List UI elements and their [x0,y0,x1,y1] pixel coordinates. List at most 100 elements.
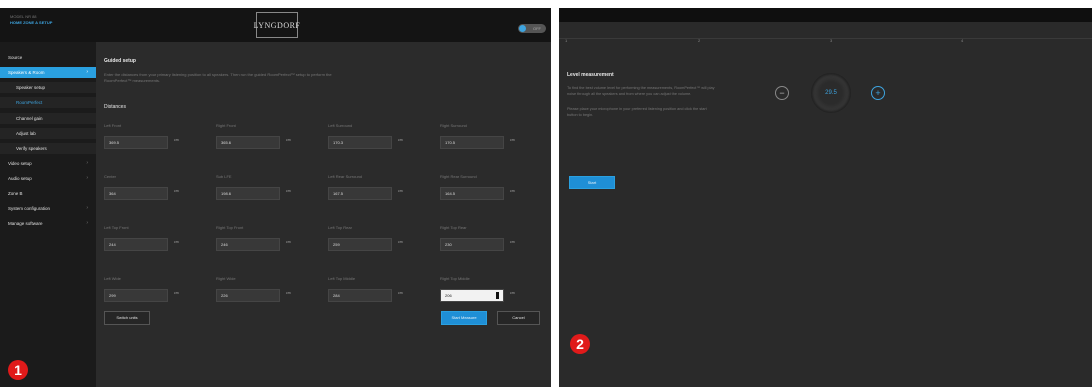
unit-label: cm [398,291,403,295]
field-label: Left Top Middle [328,276,356,281]
distance-value: 206 [445,293,452,298]
top-bar [559,8,1092,22]
top-bar: MODEL NR 88 HOME ZONE A SETUP LYNGDORF O… [0,8,551,42]
distance-input[interactable]: 246 [216,238,280,251]
step-indicator-4: 4 [961,38,964,43]
sidebar-item-label: Speaker setup [16,85,46,90]
distance-value: 365.6 [221,140,232,145]
distance-value: 198.6 [221,191,232,196]
level-value: 29.5 [825,90,837,96]
sidebar-item-zone-b[interactable]: Zone B [0,188,96,199]
distance-value: 259 [333,242,340,247]
sidebar-item-channel-gain[interactable]: Channel gain [0,113,96,124]
field-label: Right Top Front [216,225,244,230]
distance-input[interactable]: 230 [440,238,504,251]
field-label: Left Top Rear [328,225,352,230]
unit-label: cm [286,189,291,193]
sidebar-item-label: Video setup [8,161,32,166]
unit-label: cm [398,138,403,142]
unit-label: cm [174,240,179,244]
page-title: Level measurement [567,72,614,78]
field-label: Center [104,174,117,179]
sidebar-item-speaker-setup[interactable]: Speaker setup [0,82,96,93]
field-label: Left Surround [328,123,353,128]
page-description: To find the best volume level for perfor… [567,86,715,96]
distance-value: 167.5 [333,191,344,196]
unit-label: cm [510,240,515,244]
distance-value: 284 [333,293,340,298]
field-label: Sub LFE [216,174,232,179]
distance-input[interactable]: 364 [104,187,168,200]
sidebar-item-speakers-room[interactable]: Speakers & Room › [0,67,96,78]
sidebar-item-label: RoomPerfect [16,100,43,105]
distance-value: 244 [109,242,116,247]
chevron-icon: › [86,205,88,211]
unit-label: cm [510,189,515,193]
start-measure-button[interactable]: Start Measure [441,311,487,325]
field-label: Left Rear Surround [328,174,363,179]
distance-input[interactable]: 369.5 [104,136,168,149]
unit-label: cm [398,189,403,193]
sidebar: Source Speakers & Room › Speaker setup Ro… [0,42,96,387]
sidebar-item-label: Channel gain [16,116,43,121]
distance-value: 164.5 [445,191,456,196]
distance-input[interactable]: 164.5 [440,187,504,200]
breadcrumb[interactable]: HOME ZONE A SETUP [10,20,52,26]
page-title: Guided setup [104,58,136,64]
sidebar-item-verify-speakers[interactable]: Verify speakers [0,143,96,154]
distance-value: 170.3 [333,140,344,145]
distance-input[interactable]: 167.5 [328,187,392,200]
unit-label: cm [286,291,291,295]
unit-label: cm [174,291,179,295]
sidebar-item-manage-software[interactable]: Manage software › [0,218,96,229]
distance-value: 364 [109,191,116,196]
switch-units-button[interactable]: Switch units [104,311,150,325]
level-dial: 29.5 [811,73,851,113]
distance-input[interactable]: 259 [328,238,392,251]
distance-value: 170.5 [445,140,456,145]
distance-input[interactable]: 299 [104,289,168,302]
field-label: Right Rear Surround [440,174,477,179]
distance-input[interactable]: 284 [328,289,392,302]
sidebar-item-source[interactable]: Source [0,52,96,63]
decrease-level-button[interactable]: − [775,86,789,100]
sidebar-item-system-configuration[interactable]: System configuration › [0,203,96,214]
distance-input[interactable]: 170.5 [440,136,504,149]
unit-label: cm [398,240,403,244]
unit-label: cm [286,138,291,142]
sidebar-item-label: Zone B [8,191,23,196]
distance-value: 369.5 [109,140,120,145]
field-label: Right Front [216,123,236,128]
sidebar-item-roomperfect[interactable]: RoomPerfect [0,97,96,108]
distance-input[interactable]: 226 [216,289,280,302]
distance-input[interactable]: 198.6 [216,187,280,200]
sidebar-item-adjust-lab[interactable]: Adjust lab [0,128,96,139]
sidebar-item-video-setup[interactable]: Video setup › [0,158,96,169]
chevron-icon: › [86,69,88,75]
distance-value: 246 [221,242,228,247]
distance-input[interactable]: 244 [104,238,168,251]
guided-setup-panel: MODEL NR 88 HOME ZONE A SETUP LYNGDORF O… [0,8,551,387]
text-cursor-icon [496,292,499,299]
distance-input[interactable]: 206 [440,289,504,302]
start-button[interactable]: Start [569,176,615,189]
step-badge: 2 [570,334,590,354]
increase-level-button[interactable]: + [871,86,885,100]
field-label: Left Top Front [104,225,129,230]
distance-input[interactable]: 170.3 [328,136,392,149]
step-indicator-3: 3 [830,38,833,43]
unit-label: cm [174,189,179,193]
cancel-button[interactable]: Cancel [497,311,540,325]
sidebar-item-audio-setup[interactable]: Audio setup › [0,173,96,184]
chevron-icon: › [86,175,88,181]
brand-logo: LYNGDORF [254,12,300,38]
distance-input[interactable]: 365.6 [216,136,280,149]
steps-divider [559,38,1092,39]
unit-label: cm [174,138,179,142]
chevron-icon: › [86,220,88,226]
step-indicator-2: 2 [698,38,701,43]
sidebar-item-label: Adjust lab [16,131,36,136]
brand-info: MODEL NR 88 HOME ZONE A SETUP [10,14,52,26]
power-toggle[interactable]: OFF [518,24,546,33]
distance-value: 299 [109,293,116,298]
